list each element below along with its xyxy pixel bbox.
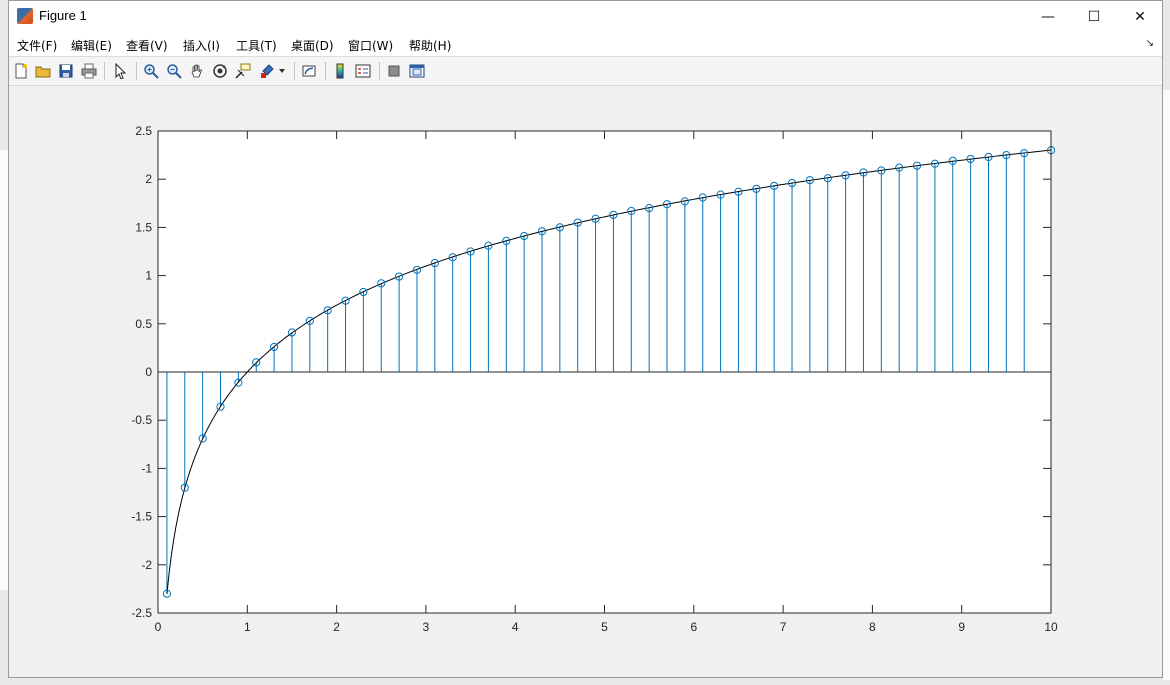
figure-canvas[interactable]: 0 1 2 3 4 5 6 7 8 9 10 -2.5 -2 -1.5 -1 -0.5 0 0.5 1 1.5 2 2.5 [9,86,1162,677]
menu-insert[interactable]: 插入(I) [183,37,220,54]
brush-icon[interactable] [257,61,277,81]
close-icon: ✕ [1134,8,1146,25]
x-tick-label: 10 [1044,620,1058,634]
y-tick-label: -1.5 [131,510,152,524]
axes-plot[interactable]: 0 1 2 3 4 5 6 7 8 9 10 -2.5 -2 -1.5 -1 -0.5 0 0.5 1 1.5 2 2.5 [9,86,1159,676]
x-tick-label: 9 [958,620,965,634]
minimize-icon: — [1041,8,1055,25]
y-tick-label: 2 [145,172,152,186]
figure-toolbar [9,57,1162,86]
y-tick-label: -2 [141,558,152,572]
background-editor-edge [0,150,8,590]
figure-window: Figure 1 — ☐ ✕ 文件(F) 编辑(E) 查看(V) 插入(I) 工… [8,0,1163,678]
open-file-icon[interactable] [33,61,53,81]
y-tick-label: -0.5 [131,413,152,427]
y-tick-label: 0 [145,365,152,379]
show-plot-tools-icon[interactable] [407,61,427,81]
menu-file[interactable]: 文件(F) [17,37,57,54]
menu-help[interactable]: 帮助(H) [409,37,451,54]
y-tick-label: 1 [145,269,152,283]
menu-view[interactable]: 查看(V) [126,37,168,54]
pointer-icon[interactable] [110,61,130,81]
x-tick-label: 2 [333,620,340,634]
menu-edit[interactable]: 编辑(E) [71,37,112,54]
rotate-3d-icon[interactable] [210,61,230,81]
window-title: Figure 1 [39,8,87,23]
x-tick-label: 0 [155,620,162,634]
toolbar-separator [325,62,326,80]
menu-dock-arrow-icon[interactable]: ↘ [1146,38,1154,49]
toolbar-separator [294,62,295,80]
y-tick-label: 0.5 [135,317,152,331]
menu-desktop[interactable]: 桌面(D) [291,37,334,54]
brush-dropdown-icon[interactable] [277,61,287,81]
y-tick-label: 1.5 [135,220,152,234]
title-bar[interactable]: Figure 1 — ☐ ✕ [9,1,1162,32]
menu-tools[interactable]: 工具(T) [236,37,277,54]
toolbar-separator [104,62,105,80]
x-tick-label: 1 [244,620,251,634]
menu-window[interactable]: 窗口(W) [348,37,393,54]
zoom-in-icon[interactable] [141,61,161,81]
print-icon[interactable] [79,61,99,81]
colorbar-icon[interactable] [330,61,350,81]
menu-bar: 文件(F) 编辑(E) 查看(V) 插入(I) 工具(T) 桌面(D) 窗口(W… [9,32,1162,57]
x-tick-label: 6 [690,620,697,634]
toolbar-separator [379,62,380,80]
close-button[interactable]: ✕ [1117,1,1163,32]
background-editor-edge-right [1163,90,1170,680]
maximize-icon: ☐ [1087,8,1101,25]
link-plot-icon[interactable] [299,61,319,81]
maximize-button[interactable]: ☐ [1071,1,1117,32]
y-tick-label: -1 [141,461,152,475]
matlab-logo-icon [17,8,33,24]
hide-plot-tools-icon[interactable] [384,61,404,81]
x-tick-label: 5 [601,620,608,634]
y-tick-label: 2.5 [135,124,152,138]
x-tick-label: 4 [512,620,519,634]
toolbar-separator [136,62,137,80]
x-tick-label: 8 [869,620,876,634]
x-tick-label: 3 [423,620,430,634]
pan-icon[interactable] [187,61,207,81]
x-tick-label: 7 [780,620,787,634]
new-figure-icon[interactable] [11,61,31,81]
y-tick-label: -2.5 [131,606,152,620]
zoom-out-icon[interactable] [164,61,184,81]
legend-icon[interactable] [353,61,373,81]
minimize-button[interactable]: — [1025,1,1071,32]
save-icon[interactable] [56,61,76,81]
data-cursor-icon[interactable] [233,61,253,81]
